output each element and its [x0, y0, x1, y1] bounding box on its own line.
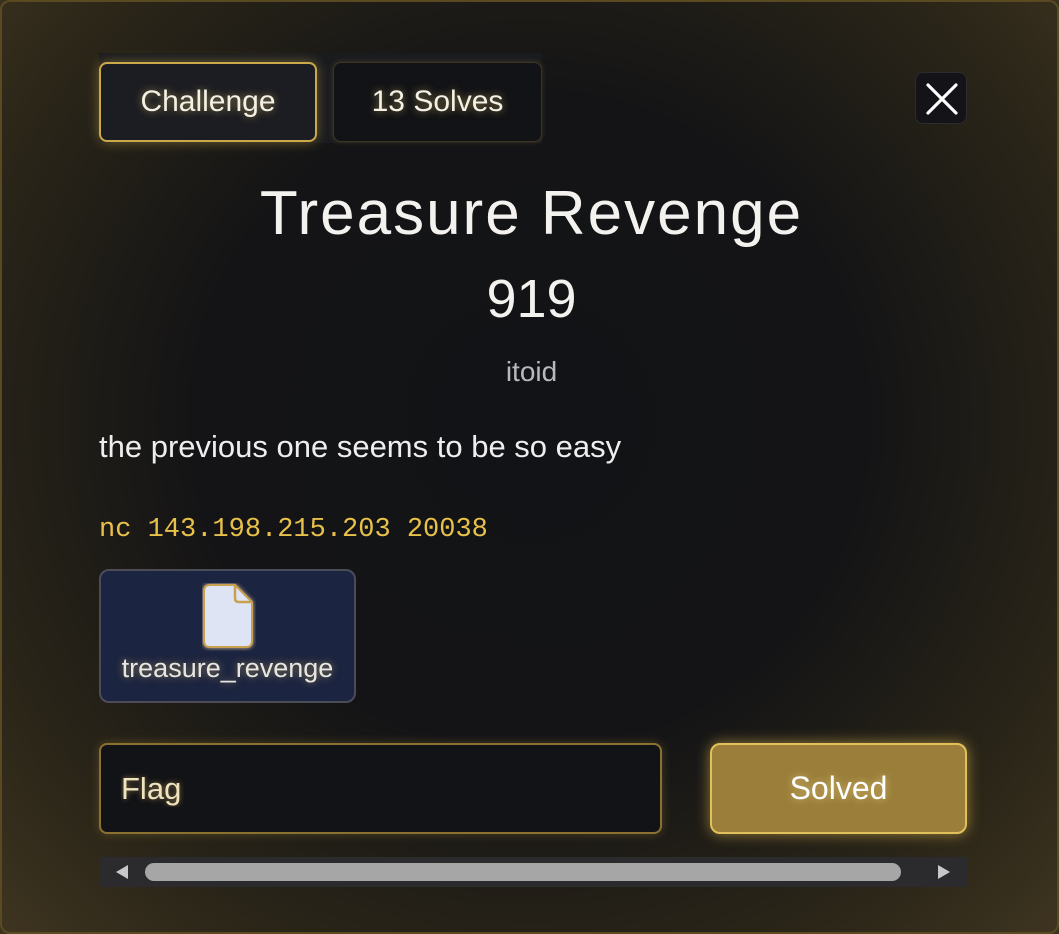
scroll-right-icon — [938, 865, 950, 879]
submit-button[interactable]: Solved — [710, 743, 967, 834]
tab-challenge[interactable]: Challenge — [99, 62, 317, 142]
tab-solves[interactable]: 13 Solves — [333, 62, 542, 142]
scroll-thumb[interactable] — [145, 863, 901, 881]
challenge-modal: Challenge 13 Solves Treasure Revenge 919… — [0, 0, 1059, 934]
challenge-author: itoid — [505, 356, 558, 387]
tab-bar: Challenge 13 Solves — [99, 53, 542, 143]
connection-info: nc 143.198.215.203 20038 — [99, 515, 488, 545]
challenge-description: the previous one seems to be so easy — [99, 429, 622, 464]
file-name: treasure_revenge — [121, 653, 334, 683]
flag-input[interactable] — [99, 743, 662, 834]
challenge-name: Treasure Revenge — [259, 179, 804, 248]
close-button[interactable] — [915, 72, 967, 124]
challenge-value: 919 — [486, 269, 577, 329]
scroll-right-button[interactable] — [929, 857, 959, 887]
horizontal-scrollbar[interactable] — [99, 857, 967, 887]
file-icon — [203, 584, 253, 648]
scroll-left-icon — [116, 865, 128, 879]
close-icon — [926, 83, 958, 115]
file-download-button[interactable]: treasure_revenge — [99, 569, 356, 703]
scroll-left-button[interactable] — [107, 857, 137, 887]
